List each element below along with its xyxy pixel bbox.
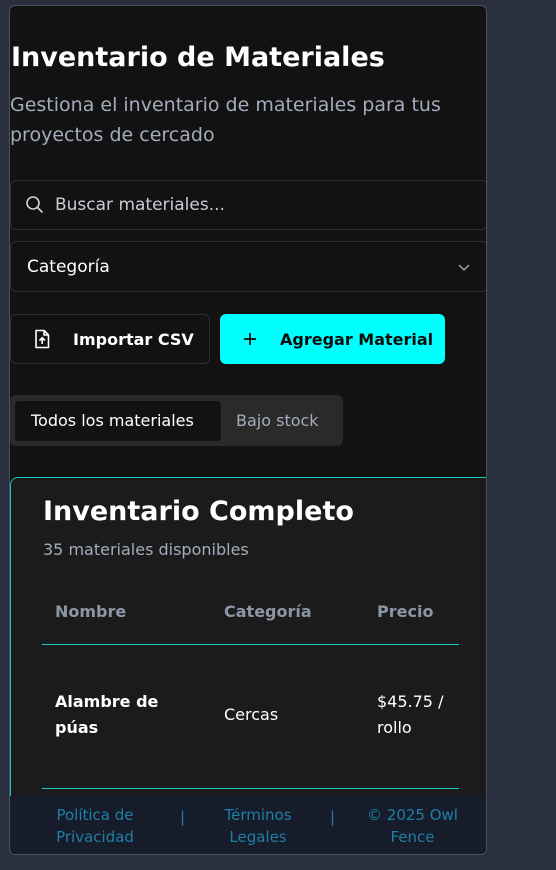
materials-count: 35 materiales disponibles (43, 540, 249, 559)
file-upload-icon (35, 329, 50, 349)
chevron-down-icon (458, 263, 470, 271)
material-category: Cercas (224, 705, 279, 724)
import-csv-button[interactable]: Importar CSV (10, 314, 210, 364)
tab-all-materials[interactable]: Todos los materiales (15, 400, 221, 441)
plus-icon (244, 333, 256, 345)
search-icon (26, 196, 43, 213)
page-subtitle: Gestiona el inventario de materiales par… (10, 94, 441, 146)
row-divider (42, 788, 459, 789)
footer: Política de Privacidad | Términos Legale… (10, 796, 486, 854)
material-name: Alambre de púas (55, 692, 159, 737)
header-divider (42, 644, 459, 645)
footer-separator: | (330, 808, 336, 826)
legal-terms-link[interactable]: Términos Legales (208, 804, 308, 848)
add-material-button[interactable]: Agregar Material (220, 314, 445, 364)
search-input[interactable] (53, 194, 457, 216)
search-box[interactable] (10, 180, 486, 230)
page-title: Inventario de Materiales (11, 42, 385, 73)
card-title: Inventario Completo (43, 496, 354, 527)
category-select-value: Categoría (27, 256, 110, 277)
category-select[interactable]: Categoría (10, 241, 486, 292)
import-csv-label: Importar CSV (73, 329, 194, 349)
privacy-policy-link[interactable]: Política de Privacidad (45, 804, 145, 848)
material-price: $45.75 / rollo (377, 692, 444, 737)
app-window: Inventario de Materiales Gestiona el inv… (9, 5, 487, 855)
inventory-tabs: Todos los materiales Bajo stock (10, 395, 343, 446)
column-header-name[interactable]: Nombre (55, 602, 126, 621)
column-header-category[interactable]: Categoría (224, 602, 312, 621)
tab-low-stock[interactable]: Bajo stock (221, 401, 319, 441)
column-header-price[interactable]: Precio (377, 602, 433, 621)
footer-separator: | (180, 808, 186, 826)
add-material-label: Agregar Material (280, 329, 434, 349)
copyright-text: © 2025 Owl Fence (367, 806, 458, 846)
